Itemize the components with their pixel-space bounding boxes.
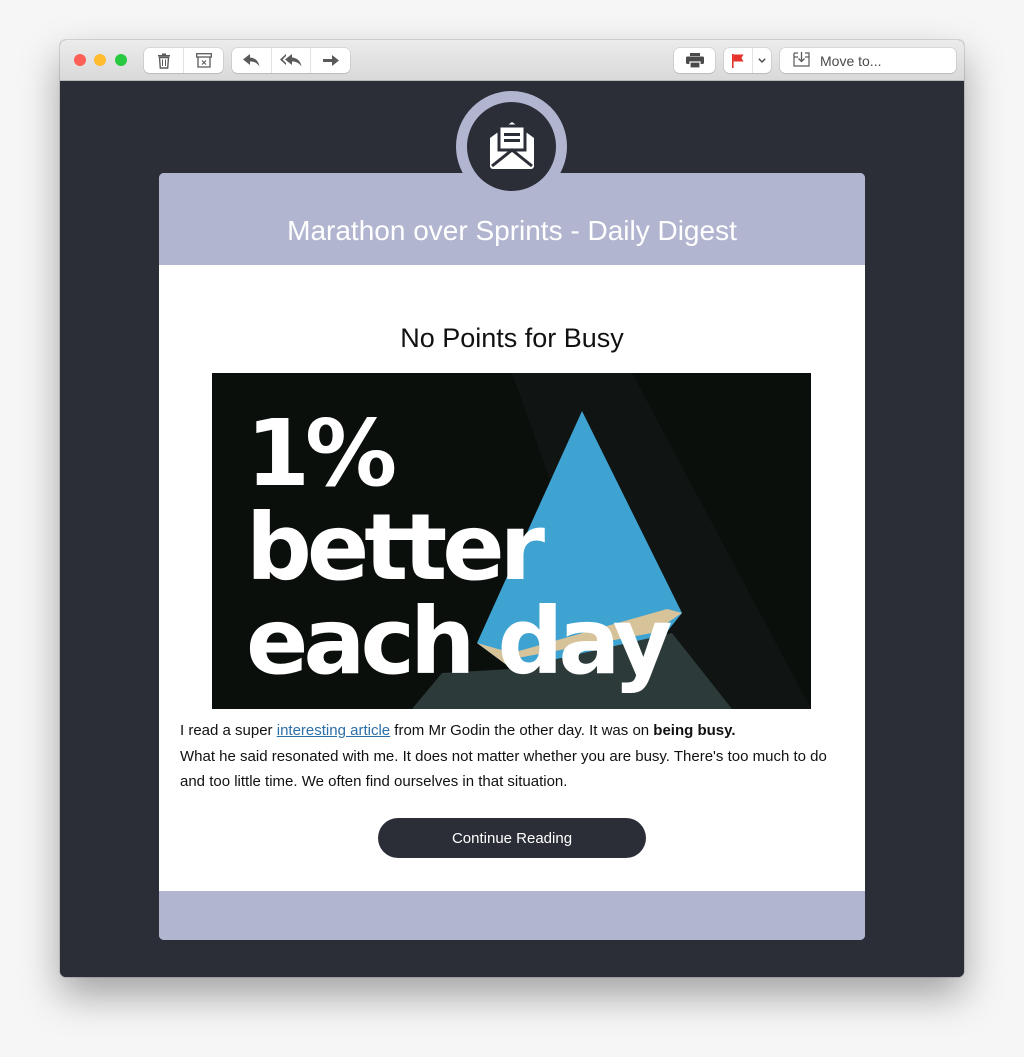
email-body: No Points for Busy 1% better each day I … [159,265,865,891]
reply-button[interactable] [232,48,272,73]
delete-archive-group [144,48,223,73]
message-content: Marathon over Sprints - Daily Digest No … [60,81,964,977]
hero-line-3: each day [246,588,673,695]
hero-line-1: 1% [246,400,397,507]
reply-all-button[interactable] [272,48,311,73]
forward-button[interactable] [311,48,350,73]
reply-icon [243,54,260,67]
email-footer [159,891,865,940]
hero-text: 1% better each day [246,400,673,695]
maximize-window-button[interactable] [115,54,127,66]
continue-reading-button[interactable]: Continue Reading [378,818,646,858]
print-group [674,48,715,73]
forward-icon [322,54,339,67]
move-to-label: Move to... [820,52,882,69]
toolbar: Move to... [60,40,964,81]
excerpt-bold: being busy. [653,722,736,739]
flag-button[interactable] [724,48,753,73]
flag-group [724,48,771,73]
post-excerpt: I read a super interesting article from … [180,718,850,795]
excerpt-text: I read a super [180,722,277,739]
open-envelope-icon [487,118,537,175]
reply-group [232,48,350,73]
newsletter-title: Marathon over Sprints - Daily Digest [287,215,737,246]
post-title: No Points for Busy [400,323,624,353]
delete-button[interactable] [144,48,184,73]
hero-line-2: better [246,494,545,601]
archive-icon [195,53,212,68]
flag-icon [732,53,744,68]
newsletter-badge [456,91,567,202]
print-button[interactable] [674,48,715,73]
email-card: Marathon over Sprints - Daily Digest No … [159,173,865,940]
excerpt-text: What he said resonated with me. It does … [180,747,827,791]
printer-icon [685,53,704,68]
article-link[interactable]: interesting article [277,722,390,739]
badge-inner [467,102,556,191]
flag-dropdown-button[interactable] [753,48,771,73]
minimize-window-button[interactable] [94,54,106,66]
reply-all-icon [280,54,302,67]
hero-image[interactable]: 1% better each day [212,373,811,709]
trash-icon [157,53,171,69]
chevron-down-icon [758,58,766,63]
archive-button[interactable] [184,48,223,73]
move-to-icon [793,51,810,70]
excerpt-text: from Mr Godin the other day. It was on [390,722,654,739]
move-to-button[interactable]: Move to... [780,48,956,73]
close-window-button[interactable] [74,54,86,66]
